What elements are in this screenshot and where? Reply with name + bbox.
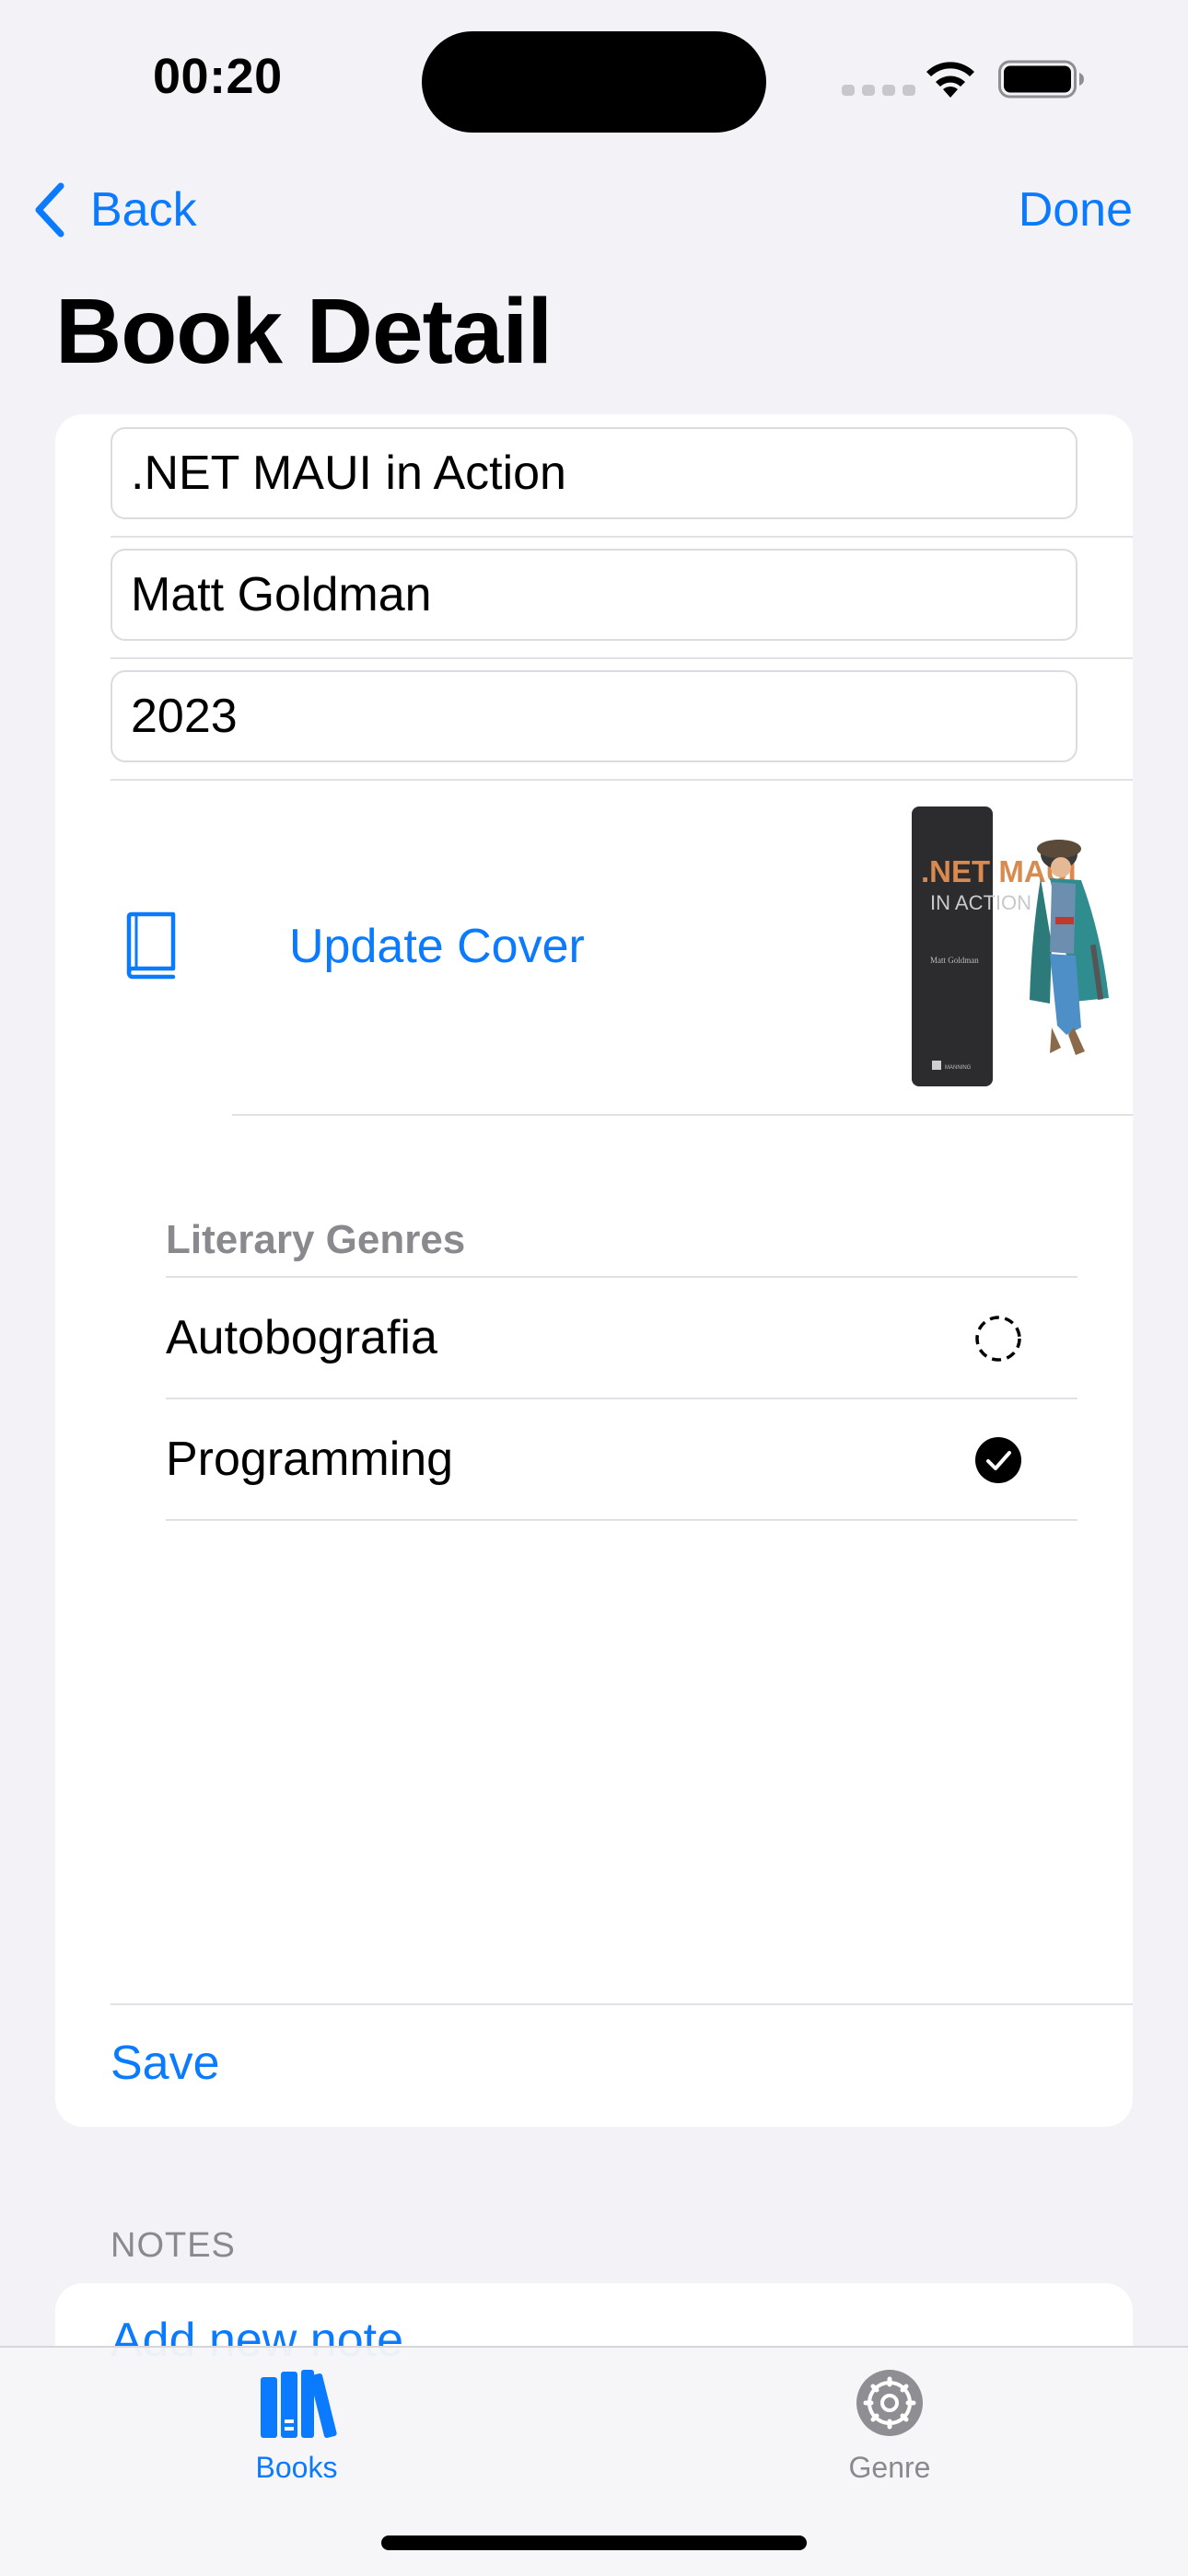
author-field[interactable] bbox=[111, 549, 1077, 641]
dynamic-island bbox=[422, 31, 766, 133]
author-row bbox=[111, 536, 1133, 659]
genre-row-autobiography[interactable]: Autobografia bbox=[166, 1278, 1077, 1399]
tab-books[interactable]: Books bbox=[158, 2366, 435, 2504]
dashed-circle-icon bbox=[975, 1316, 1021, 1362]
cover-row: Update Cover .NET MAUI IN ACTION Matt Go… bbox=[111, 779, 1133, 1116]
title-field[interactable] bbox=[111, 427, 1077, 519]
tab-label: Genre bbox=[848, 2451, 931, 2484]
genre-label: Autobografia bbox=[166, 1311, 437, 1364]
back-button[interactable]: Back bbox=[33, 175, 197, 245]
book-icon bbox=[126, 911, 176, 980]
book-cover-image: .NET MAUI IN ACTION Matt Goldman MANNING bbox=[912, 806, 1129, 1086]
genres-header: Literary Genres bbox=[166, 1217, 466, 1262]
year-row bbox=[111, 657, 1133, 781]
battery-icon bbox=[998, 60, 1084, 99]
status-time: 00:20 bbox=[153, 49, 283, 104]
back-label: Back bbox=[90, 183, 197, 237]
page-title: Book Detail bbox=[55, 280, 553, 383]
wifi-icon bbox=[926, 62, 974, 98]
genre-row-programming[interactable]: Programming bbox=[166, 1399, 1077, 1521]
genre-list: Autobografia Programming bbox=[166, 1276, 1077, 1521]
home-indicator bbox=[381, 2535, 807, 2550]
divider bbox=[111, 2003, 1133, 2005]
save-button[interactable]: Save bbox=[111, 2013, 220, 2114]
divider bbox=[232, 1114, 1133, 1116]
done-button[interactable]: Done bbox=[1019, 175, 1133, 245]
books-icon bbox=[261, 2370, 337, 2439]
cellular-signal-icon bbox=[842, 85, 915, 96]
checkmark-circle-icon bbox=[975, 1437, 1021, 1483]
gear-icon bbox=[856, 2370, 923, 2436]
genre-label: Programming bbox=[166, 1433, 454, 1486]
title-row bbox=[111, 414, 1133, 538]
chevron-left-icon bbox=[35, 182, 64, 238]
notes-header: NOTES bbox=[111, 2226, 236, 2265]
cover-author-text: Matt Goldman bbox=[930, 956, 979, 965]
update-cover-button[interactable]: Update Cover bbox=[289, 913, 585, 980]
year-field[interactable] bbox=[111, 670, 1077, 762]
tab-label: Books bbox=[255, 2451, 338, 2484]
tab-genre[interactable]: Genre bbox=[751, 2366, 1028, 2504]
cover-publisher-text: MANNING bbox=[945, 1065, 972, 1071]
cover-subtitle-text: IN ACTION bbox=[930, 891, 1031, 914]
book-detail-card: Update Cover .NET MAUI IN ACTION Matt Go… bbox=[55, 414, 1133, 2127]
